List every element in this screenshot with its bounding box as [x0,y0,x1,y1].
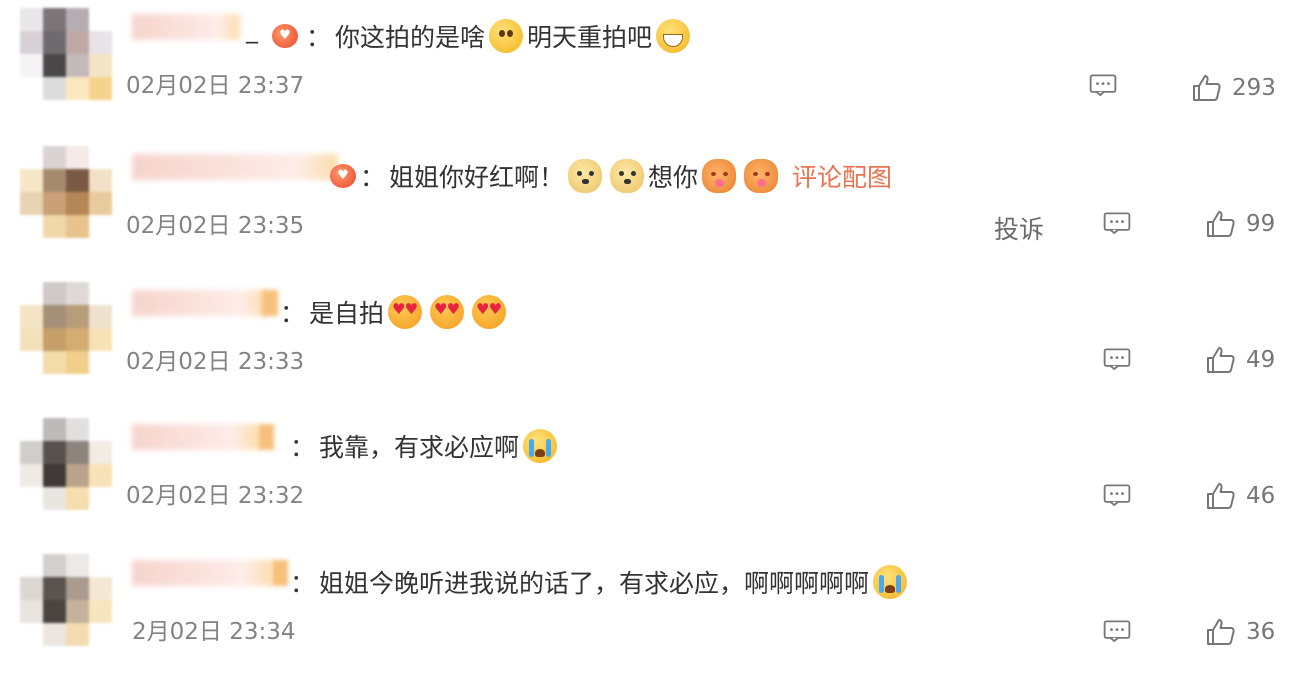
comment-reply-icon[interactable] [1088,74,1118,96]
comment-text-line: ： 姐姐今晚听进我说的话了，有求必应，啊啊啊啊啊 [290,564,911,600]
like-count: 49 [1246,347,1276,373]
reply-button[interactable] [1102,484,1132,506]
sad-emoji-icon [489,19,524,53]
thumbs-up-icon[interactable] [1206,210,1236,238]
timestamp: 02月02日 23:33 [126,349,305,375]
username-suffix: _ [246,16,258,44]
cat-emoji-icon [744,159,779,193]
username[interactable] [132,14,240,40]
comment-item: _ ♥ ： 你这拍的是啥 明天重拍吧 02月02日 23:37 293 [0,0,1300,130]
comment-text: 你这拍的是啥 [335,23,486,52]
like-count: 36 [1246,619,1276,645]
heart-eyes-emoji-icon [472,295,507,329]
thumbs-up-icon[interactable] [1192,74,1222,102]
heart-eyes-emoji-icon [388,295,423,329]
vip-badge-icon: ♥ [330,164,356,188]
comment-text-line: ： 我靠，有求必应啊 [290,428,561,464]
comment-text-2: 明天重拍吧 [527,23,653,52]
cat-emoji-icon [702,159,737,193]
vip-badge-icon [272,560,288,586]
username[interactable] [132,560,272,586]
avatar[interactable] [20,282,112,374]
comment-reply-icon[interactable] [1102,484,1132,506]
avatar[interactable] [20,8,112,100]
reply-button[interactable] [1102,620,1132,642]
like-button[interactable]: 49 [1206,346,1275,374]
timestamp: 2月02日 23:34 [132,619,296,645]
crying-emoji-icon [873,565,908,599]
comment-item: ： 我靠，有求必应啊 02月02日 23:32 46 [0,410,1300,540]
like-button[interactable]: 293 [1192,74,1276,102]
username[interactable] [132,290,268,316]
separator: ： [306,23,332,52]
heart-eyes-emoji-icon [430,295,465,329]
comment-text: 姐姐你好红啊！ [389,163,565,192]
comment-item: ： 姐姐今晚听进我说的话了，有求必应，啊啊啊啊啊 2月02日 23:34 36 [0,546,1300,676]
reply-button[interactable] [1102,212,1132,234]
reply-button[interactable] [1102,348,1132,370]
username[interactable] [132,424,258,450]
comment-text-line: ： 你这拍的是啥 明天重拍吧 [306,18,694,54]
doge-emoji-icon [610,159,645,193]
timestamp: 02月02日 23:35 [126,213,305,239]
thumbs-up-icon[interactable] [1206,482,1236,510]
comment-text: 姐姐今晚听进我说的话了，有求必应，啊啊啊啊啊 [319,569,870,598]
avatar[interactable] [20,146,112,238]
doge-emoji-icon [568,159,603,193]
comment-reply-icon[interactable] [1102,620,1132,642]
separator: ： [280,299,306,328]
comment-item: ： 是自拍 02月02日 23:33 49 [0,276,1300,406]
vip-badge-icon [262,290,278,316]
like-count: 46 [1246,483,1276,509]
vip-badge-icon: ♥ [272,24,298,48]
reply-button[interactable] [1088,74,1118,96]
like-button[interactable]: 99 [1206,210,1275,238]
vip-badge-icon [258,424,274,450]
like-count: 99 [1246,211,1276,237]
report-button[interactable]: 投诉 [994,210,1044,246]
grin-emoji-icon [656,19,691,53]
username[interactable] [132,154,338,180]
comment-text-line: ： 姐姐你好红啊！ 想你 评论配图 [360,158,892,194]
like-button[interactable]: 46 [1206,482,1275,510]
like-count: 293 [1232,75,1276,101]
crying-emoji-icon [523,429,558,463]
comment-text-line: ： 是自拍 [280,294,510,330]
comment-image-link[interactable]: 评论配图 [792,158,892,194]
like-button[interactable]: 36 [1206,618,1275,646]
avatar[interactable] [20,554,112,646]
comment-text-2: 想你 [648,163,699,192]
timestamp: 02月02日 23:37 [126,73,305,99]
separator: ： [290,433,316,462]
comment-text: 是自拍 [309,299,385,328]
comment-item: ♥ ： 姐姐你好红啊！ 想你 评论配图 02月02日 23:35 投诉 99 [0,140,1300,270]
comment-reply-icon[interactable] [1102,348,1132,370]
comment-reply-icon[interactable] [1102,212,1132,234]
avatar[interactable] [20,418,112,510]
timestamp: 02月02日 23:32 [126,483,305,509]
separator: ： [360,163,386,192]
separator: ： [290,569,316,598]
thumbs-up-icon[interactable] [1206,346,1236,374]
comment-text: 我靠，有求必应啊 [319,433,520,462]
thumbs-up-icon[interactable] [1206,618,1236,646]
